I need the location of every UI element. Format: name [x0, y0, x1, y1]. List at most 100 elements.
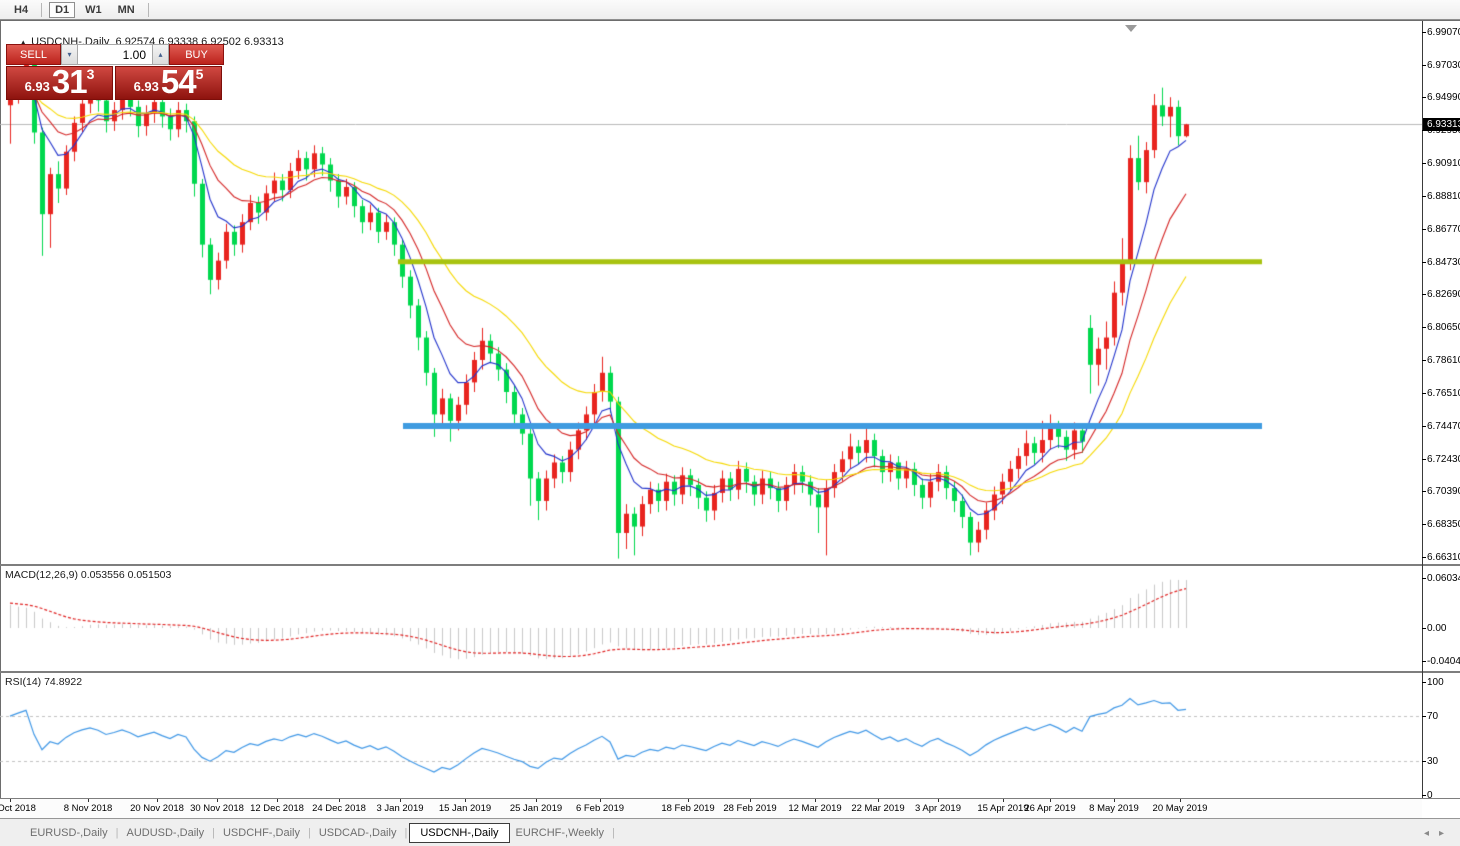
rsi-tick-label: 100 — [1427, 676, 1444, 688]
rsi-label: RSI(14) 74.8922 — [5, 676, 83, 688]
price-tick-mark — [1422, 426, 1426, 428]
price-tick-label: 6.66310 — [1427, 551, 1460, 563]
rsi-tick-label: 30 — [1427, 756, 1439, 768]
chart-tab-eurusd[interactable]: EURUSD-,Daily — [24, 824, 114, 842]
price-tick-label: 6.68350 — [1427, 519, 1460, 531]
macd-tick-label: -0.040415 — [1427, 656, 1460, 668]
chart-shift-marker-icon[interactable] — [1125, 25, 1137, 32]
date-label: 6 Feb 2019 — [575, 803, 625, 814]
macd-tick-label: 0.00 — [1427, 622, 1447, 634]
sell-price-tile[interactable]: 6.93 31 3 — [6, 65, 113, 100]
date-label: 29 Oct 2018 — [0, 803, 36, 814]
price-tick-mark — [1422, 393, 1426, 395]
volume-increase-button[interactable]: ▴ — [152, 44, 169, 65]
date-label: 25 Jan 2019 — [509, 803, 563, 814]
volume-input[interactable] — [78, 44, 152, 65]
date-tick-mark — [536, 799, 537, 802]
timeframe-toolbar: H4 D1 W1 MN — [0, 0, 1460, 20]
tab-separator: | — [212, 826, 215, 839]
date-label: 12 Dec 2018 — [250, 803, 304, 814]
chart-tab-usdchf[interactable]: USDCHF-,Daily — [217, 824, 306, 842]
chart-tab-usdcnh[interactable]: USDCNH-,Daily — [409, 822, 510, 843]
date-tick-mark — [1114, 799, 1115, 802]
price-tick-mark — [1422, 359, 1426, 361]
toolbar-separator — [147, 2, 149, 17]
sell-button[interactable]: SELL — [6, 44, 61, 65]
date-label: 22 Mar 2019 — [851, 803, 905, 814]
price-tick-mark — [1422, 97, 1426, 99]
rsi-tick-mark — [1422, 715, 1426, 717]
date-label: 26 Apr 2019 — [1024, 803, 1076, 814]
date-tick-mark — [217, 799, 218, 802]
date-label: 3 Jan 2019 — [376, 803, 424, 814]
price-tick-mark — [1422, 327, 1426, 329]
date-label: 30 Nov 2018 — [190, 803, 244, 814]
rsi-tick-mark — [1422, 761, 1426, 763]
timeframe-button-d1[interactable]: D1 — [49, 1, 76, 18]
one-click-trading-panel: SELL ▾ ▴ BUY 6.93 31 3 6.93 54 5 — [6, 44, 224, 100]
macd-label: MACD(12,26,9) 0.053556 0.051503 — [5, 569, 172, 581]
price-tick-mark — [1422, 261, 1426, 263]
main-chart-canvas[interactable] — [0, 21, 1422, 565]
date-label: 15 Jan 2019 — [438, 803, 492, 814]
timeframe-button-mn[interactable]: MN — [112, 2, 141, 18]
toolbar-separator — [41, 2, 43, 17]
price-tick-label: 6.76510 — [1427, 388, 1460, 400]
rsi-tick-label: 70 — [1427, 710, 1439, 722]
chart-tab-usdcad[interactable]: USDCAD-,Daily — [313, 824, 403, 842]
tab-separator: | — [307, 826, 311, 839]
date-tick-mark — [750, 799, 751, 802]
volume-decrease-button[interactable]: ▾ — [61, 44, 78, 65]
ohlc-close: 6.93313 — [244, 36, 284, 48]
date-tick-mark — [600, 799, 601, 802]
date-label: 3 Apr 2019 — [915, 803, 961, 814]
date-label: 28 Feb 2019 — [723, 803, 777, 814]
date-tick-mark — [277, 799, 278, 802]
date-tick-mark — [400, 799, 401, 802]
sell-price-prefix: 6.93 — [24, 79, 50, 94]
tab-separator: | — [611, 826, 615, 839]
timeframe-button-h4[interactable]: H4 — [8, 2, 34, 18]
tabs-scroll-left-icon[interactable]: ◂ — [1424, 828, 1439, 839]
price-tick-mark — [1422, 524, 1426, 526]
current-price-tag: 6.93313 — [1423, 118, 1460, 132]
price-tick-mark — [1422, 32, 1426, 34]
date-tick-mark — [339, 799, 340, 802]
date-label: 20 May 2019 — [1152, 803, 1208, 814]
buy-price-main: 54 — [160, 63, 197, 100]
tab-separator: | — [404, 826, 408, 839]
price-tick-label: 6.80650 — [1427, 322, 1460, 334]
price-tick-label: 6.99070 — [1427, 27, 1460, 39]
rsi-tick-mark — [1422, 681, 1426, 683]
rsi-tick-mark — [1422, 795, 1426, 797]
chart-tab-audusd[interactable]: AUDUSD-,Daily — [120, 824, 210, 842]
date-label: 12 Mar 2019 — [788, 803, 842, 814]
date-tick-mark — [1003, 799, 1004, 802]
price-tick-label: 6.86770 — [1427, 224, 1460, 236]
macd-tick-mark — [1422, 627, 1426, 629]
trading-platform-window: H4 D1 W1 MN ▲ USDCNH-,Daily 6.92574 6.93338 … — [0, 0, 1460, 846]
rsi-canvas[interactable] — [0, 673, 1422, 798]
buy-price-tile[interactable]: 6.93 54 5 — [115, 63, 222, 100]
sell-price-sup: 3 — [86, 66, 95, 82]
date-tick-mark — [157, 799, 158, 802]
price-tick-label: 6.84730 — [1427, 256, 1460, 268]
chart-tab-eurchf[interactable]: EURCHF-,Weekly — [510, 824, 610, 842]
date-tick-mark — [465, 799, 466, 802]
buy-button[interactable]: BUY — [169, 44, 224, 65]
price-tick-mark — [1422, 294, 1426, 296]
macd-canvas[interactable] — [0, 566, 1422, 672]
macd-tick-mark — [1422, 661, 1426, 663]
price-tick-mark — [1422, 162, 1426, 164]
price-tick-mark — [1422, 229, 1426, 231]
date-label: 24 Dec 2018 — [312, 803, 366, 814]
tab-separator: | — [115, 826, 119, 839]
date-label: 15 Apr 2019 — [977, 803, 1029, 814]
price-tick-label: 6.74470 — [1427, 421, 1460, 433]
price-tick-mark — [1422, 491, 1426, 493]
rsi-tick-label: 0 — [1427, 790, 1433, 802]
date-tick-mark — [878, 799, 879, 802]
timeframe-button-w1[interactable]: W1 — [79, 2, 108, 18]
tabs-scroll-right-icon[interactable]: ▸ — [1439, 828, 1454, 839]
date-tick-mark — [815, 799, 816, 802]
